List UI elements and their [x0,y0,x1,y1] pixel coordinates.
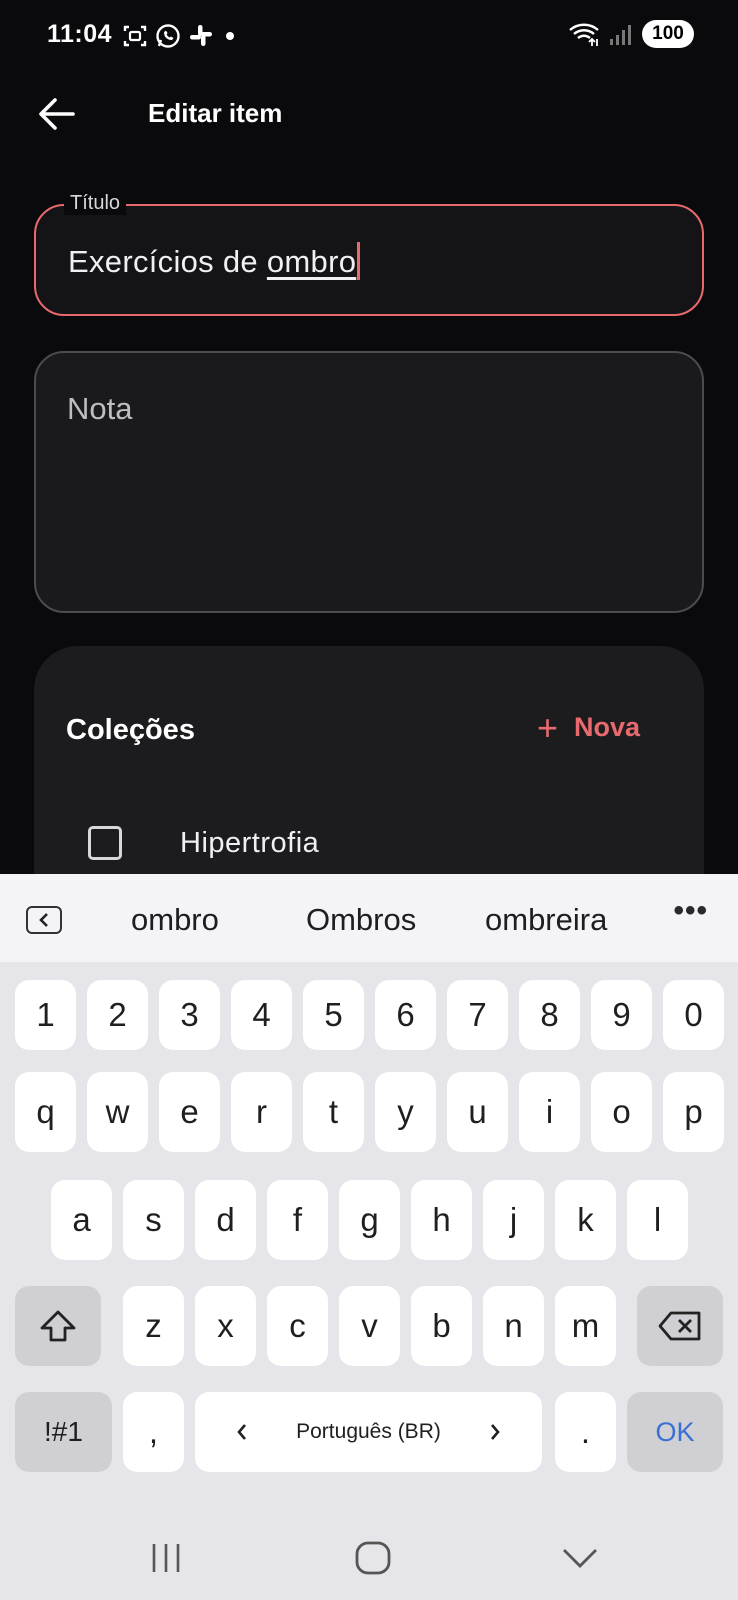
keyboard-language-label: Português (BR) [296,1420,441,1443]
suggestion-2[interactable]: Ombros [306,902,416,938]
suggestion-3[interactable]: ombreira [485,902,607,938]
chevron-left-icon [237,1424,246,1440]
shift-key[interactable] [15,1286,101,1366]
backspace-icon [658,1311,701,1341]
key-m[interactable]: m [555,1286,616,1366]
key-w[interactable]: w [87,1072,148,1152]
key-x[interactable]: x [195,1286,256,1366]
key-5[interactable]: 5 [303,980,364,1050]
screenshot-icon [123,25,147,47]
status-icons-left [122,22,240,50]
key-h[interactable]: h [411,1180,472,1260]
key-o[interactable]: o [591,1072,652,1152]
suggestion-1[interactable]: ombro [131,902,219,938]
home-button[interactable] [343,1533,403,1583]
key-f[interactable]: f [267,1180,328,1260]
key-z[interactable]: z [123,1286,184,1366]
battery-indicator: 100 [642,20,694,48]
key-i[interactable]: i [519,1072,580,1152]
key-u[interactable]: u [447,1072,508,1152]
plus-icon: + [536,706,558,748]
home-icon [355,1541,391,1575]
more-suggestions-button[interactable]: ••• [673,894,708,928]
app-bar: Editar item [0,72,738,152]
back-button[interactable] [32,90,80,138]
keyboard-collapse-button[interactable] [26,906,62,934]
key-1[interactable]: 1 [15,980,76,1050]
chevron-left-icon [39,913,48,927]
text-caret [357,242,361,280]
key-a[interactable]: a [51,1180,112,1260]
key-d[interactable]: d [195,1180,256,1260]
key-2[interactable]: 2 [87,980,148,1050]
backspace-key[interactable] [637,1286,723,1366]
note-input[interactable]: Nota [34,351,704,613]
key-y[interactable]: y [375,1072,436,1152]
collection-item-label: Hipertrofia [180,826,320,859]
title-input-value[interactable]: Exercícios de ombro [68,242,361,280]
period-key[interactable]: . [555,1392,616,1472]
comma-key[interactable]: , [123,1392,184,1472]
chevron-down-icon [563,1549,597,1568]
title-value-prefix: Exercícios de [68,244,267,279]
status-time: 11:04 [47,20,113,48]
key-0[interactable]: 0 [663,980,724,1050]
new-collection-button[interactable]: + Nova [536,706,640,748]
signal-icon [610,25,631,45]
key-l[interactable]: l [627,1180,688,1260]
key-q[interactable]: q [15,1072,76,1152]
hide-keyboard-button[interactable] [550,1533,610,1583]
space-key[interactable]: Português (BR) [195,1392,542,1472]
key-9[interactable]: 9 [591,980,652,1050]
title-field-label: Título [64,192,127,215]
key-k[interactable]: k [555,1180,616,1260]
key-n[interactable]: n [483,1286,544,1366]
symbols-key[interactable]: !#1 [15,1392,112,1472]
on-screen-keyboard: ombro Ombros ombreira ••• 1 2 3 4 5 6 7 … [0,874,738,1600]
key-p[interactable]: p [663,1072,724,1152]
key-e[interactable]: e [159,1072,220,1152]
key-g[interactable]: g [339,1180,400,1260]
arrow-left-icon [39,98,75,130]
collection-checkbox[interactable] [88,826,122,860]
ok-key[interactable]: OK [627,1392,723,1472]
key-4[interactable]: 4 [231,980,292,1050]
key-s[interactable]: s [123,1180,184,1260]
status-bar: 11:04 100 [0,0,738,72]
whatsapp-icon [156,24,180,48]
key-3[interactable]: 3 [159,980,220,1050]
recent-apps-button[interactable] [136,1533,196,1583]
wifi-icon [569,23,599,46]
key-6[interactable]: 6 [375,980,436,1050]
note-placeholder: Nota [67,391,133,426]
key-j[interactable]: j [483,1180,544,1260]
collection-item-hipertrofia[interactable]: Hipertrofia [88,826,319,860]
shift-icon [40,1310,76,1342]
key-c[interactable]: c [267,1286,328,1366]
key-7[interactable]: 7 [447,980,508,1050]
dot-icon [226,32,234,40]
collections-heading: Coleções [66,714,195,746]
recent-apps-icon [152,1544,180,1572]
key-8[interactable]: 8 [519,980,580,1050]
key-b[interactable]: b [411,1286,472,1366]
new-collection-label: Nova [573,712,640,742]
key-v[interactable]: v [339,1286,400,1366]
status-icons-right: 100 [568,20,694,48]
chevron-right-icon [490,1424,500,1440]
system-nav-bar [0,1505,738,1600]
page-title: Editar item [148,98,283,128]
key-t[interactable]: t [303,1072,364,1152]
suggestion-bar: ombro Ombros ombreira ••• [0,874,738,962]
slack-icon [190,25,212,46]
key-r[interactable]: r [231,1072,292,1152]
title-input[interactable]: Título Exercícios de ombro [34,192,704,316]
title-value-composing-word: ombro [266,244,357,279]
